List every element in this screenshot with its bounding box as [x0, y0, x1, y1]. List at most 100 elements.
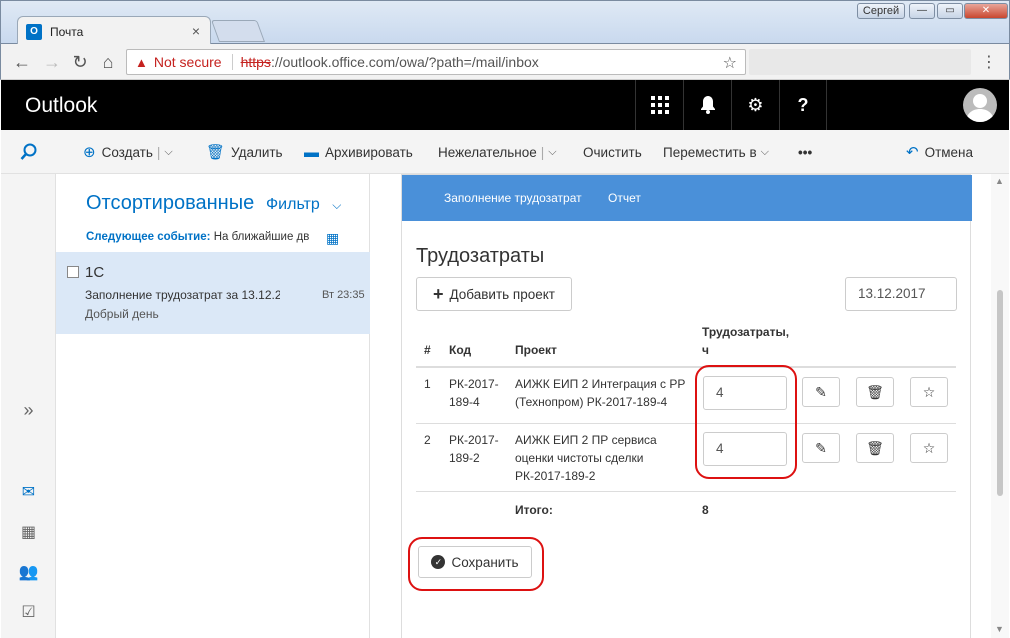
- focused-inbox-tab[interactable]: Отсортированные: [86, 192, 258, 215]
- move-label: Переместить в: [663, 144, 757, 160]
- more-commands-button[interactable]: •••: [798, 130, 812, 174]
- nav-report-link[interactable]: Отчет: [608, 191, 641, 205]
- back-icon[interactable]: ←: [11, 51, 33, 73]
- delete-trash-icon[interactable]: 🗑: [856, 377, 894, 407]
- nav-fill-link[interactable]: Заполнение трудозатрат: [444, 191, 582, 205]
- scroll-thumb[interactable]: [997, 290, 1003, 496]
- row-project: АИЖК ЕИП 2 Интеграция с РР (Технопром) Р…: [515, 375, 685, 411]
- browser-tab[interactable]: O Почта ×: [17, 16, 211, 46]
- home-icon[interactable]: ⌂: [97, 51, 119, 73]
- search-icon[interactable]: [1, 130, 57, 174]
- people-icon[interactable]: 👥: [1, 557, 56, 587]
- forward-icon[interactable]: →: [41, 51, 63, 73]
- message-sender: 1С: [85, 264, 105, 281]
- select-checkbox[interactable]: [67, 266, 79, 278]
- row-divider: [416, 491, 956, 492]
- maximize-button[interactable]: ▭: [937, 3, 963, 19]
- row-code-line: 189-2: [449, 451, 480, 465]
- plus-icon: +: [432, 283, 444, 304]
- expand-chevrons-icon[interactable]: »: [1, 395, 56, 425]
- header-divider: [416, 366, 956, 368]
- archive-icon: ▬: [304, 143, 319, 161]
- reload-icon[interactable]: ↻: [69, 51, 91, 73]
- app-launcher-icon[interactable]: [635, 80, 683, 130]
- outlook-favicon-icon: O: [26, 23, 42, 40]
- settings-gear-icon[interactable]: ⚙: [731, 80, 779, 130]
- date-input[interactable]: 13.12.2017: [845, 277, 957, 311]
- col-hours: Трудозатраты,: [702, 325, 790, 339]
- col-num: #: [424, 343, 431, 357]
- annotation-hours-highlight: [695, 365, 797, 479]
- message-subject: Заполнение трудозатрат за 13.12.20: [85, 288, 280, 302]
- filter-button[interactable]: Фильтр ⌵: [266, 196, 341, 214]
- notifications-bell-icon[interactable]: [683, 80, 731, 130]
- chevron-down-icon[interactable]: ⌵: [548, 146, 556, 159]
- mail-icon[interactable]: ✉: [1, 477, 56, 507]
- not-secure-label[interactable]: Not secure: [154, 54, 222, 70]
- favorite-star-icon[interactable]: ☆: [910, 377, 948, 407]
- page-title: Трудозатраты: [416, 245, 545, 267]
- col-code: Код: [449, 343, 472, 357]
- sweep-button[interactable]: Очистить: [583, 130, 642, 174]
- message-preview: Добрый день: [85, 307, 159, 321]
- split-divider: |: [540, 144, 545, 160]
- delete-button[interactable]: 🗑 Удалить: [206, 130, 283, 174]
- bookmark-star-icon[interactable]: ☆: [723, 53, 737, 73]
- warning-icon: ▲: [135, 54, 148, 70]
- col-hours-unit: ч: [702, 343, 709, 357]
- minimize-button[interactable]: —: [909, 3, 935, 19]
- scroll-down-icon[interactable]: ▼: [995, 624, 1004, 634]
- row-divider: [416, 423, 956, 424]
- sweep-label: Очистить: [583, 144, 642, 160]
- edit-pencil-icon[interactable]: ✎: [802, 433, 840, 463]
- next-event[interactable]: Следующее событие: На ближайшие дв: [86, 231, 322, 243]
- user-avatar[interactable]: [963, 88, 997, 122]
- calendar-icon[interactable]: ▦: [326, 230, 339, 247]
- row-project-line: АИЖК ЕИП 2 Интеграция с РР: [515, 377, 686, 391]
- undo-button[interactable]: ↶ Отмена: [906, 130, 973, 174]
- delete-trash-icon[interactable]: 🗑: [856, 433, 894, 463]
- add-project-button[interactable]: + Добавить проект: [416, 277, 572, 311]
- extension-area: [749, 49, 971, 75]
- window-close-button[interactable]: ✕: [964, 3, 1008, 19]
- undo-label: Отмена: [924, 144, 974, 160]
- new-button[interactable]: ⊕ Создать | ⌵: [83, 130, 173, 174]
- next-event-value: На ближайшие дв: [213, 231, 310, 243]
- calendar-icon[interactable]: ▦: [1, 517, 56, 547]
- help-icon[interactable]: ?: [779, 80, 827, 130]
- address-divider: [231, 54, 233, 70]
- archive-button[interactable]: ▬ Архивировать: [304, 130, 413, 174]
- browser-menu-icon[interactable]: ⋮: [981, 52, 997, 72]
- edit-pencil-icon[interactable]: ✎: [802, 377, 840, 407]
- row-project-line: АИЖК ЕИП 2 ПР сервиса: [515, 433, 657, 447]
- row-code-line: 189-4: [449, 395, 480, 409]
- browser-user-badge[interactable]: Сергей: [857, 3, 905, 19]
- row-num: 1: [424, 377, 431, 391]
- tasks-icon[interactable]: ☑: [1, 597, 56, 627]
- chevron-down-icon: ⌵: [332, 198, 342, 212]
- address-bar[interactable]: ▲ Not secure https://outlook.office.com/…: [126, 49, 746, 75]
- archive-label: Архивировать: [325, 144, 413, 160]
- scroll-up-icon[interactable]: ▲: [995, 176, 1004, 186]
- browser-toolbar: ← → ↻ ⌂ ▲ Not secure https://outlook.off…: [0, 44, 1010, 80]
- junk-label: Нежелательное: [438, 144, 537, 160]
- list-item[interactable]: 1С Заполнение трудозатрат за 13.12.20 Вт…: [56, 252, 370, 334]
- col-project: Проект: [515, 343, 557, 357]
- next-event-label: Следующее событие:: [86, 231, 211, 243]
- junk-button[interactable]: Нежелательное | ⌵: [438, 130, 557, 174]
- move-to-button[interactable]: Переместить в ⌵: [663, 130, 769, 174]
- tab-close-icon[interactable]: ×: [192, 23, 200, 39]
- browser-titlebar: O Почта × Сергей — ▭ ✕: [0, 0, 1010, 46]
- plus-circle-icon: ⊕: [83, 144, 96, 161]
- favorite-star-icon[interactable]: ☆: [910, 433, 948, 463]
- command-bar: ⊕ Создать | ⌵ 🗑 Удалить ▬ Архивировать Н…: [1, 130, 1009, 174]
- trash-icon: 🗑: [206, 144, 226, 161]
- total-label: Итого:: [515, 503, 553, 517]
- url-text: ://outlook.office.com/owa/?path=/mail/in…: [270, 54, 539, 70]
- outlook-header: Outlook ⚙ ?: [1, 80, 1009, 130]
- new-tab-button[interactable]: [210, 20, 266, 42]
- reading-scrollbar[interactable]: ▲ ▼: [991, 174, 1009, 638]
- undo-icon: ↶: [906, 144, 919, 161]
- app-brand[interactable]: Outlook: [25, 94, 97, 118]
- chevron-down-icon[interactable]: ⌵: [164, 146, 172, 159]
